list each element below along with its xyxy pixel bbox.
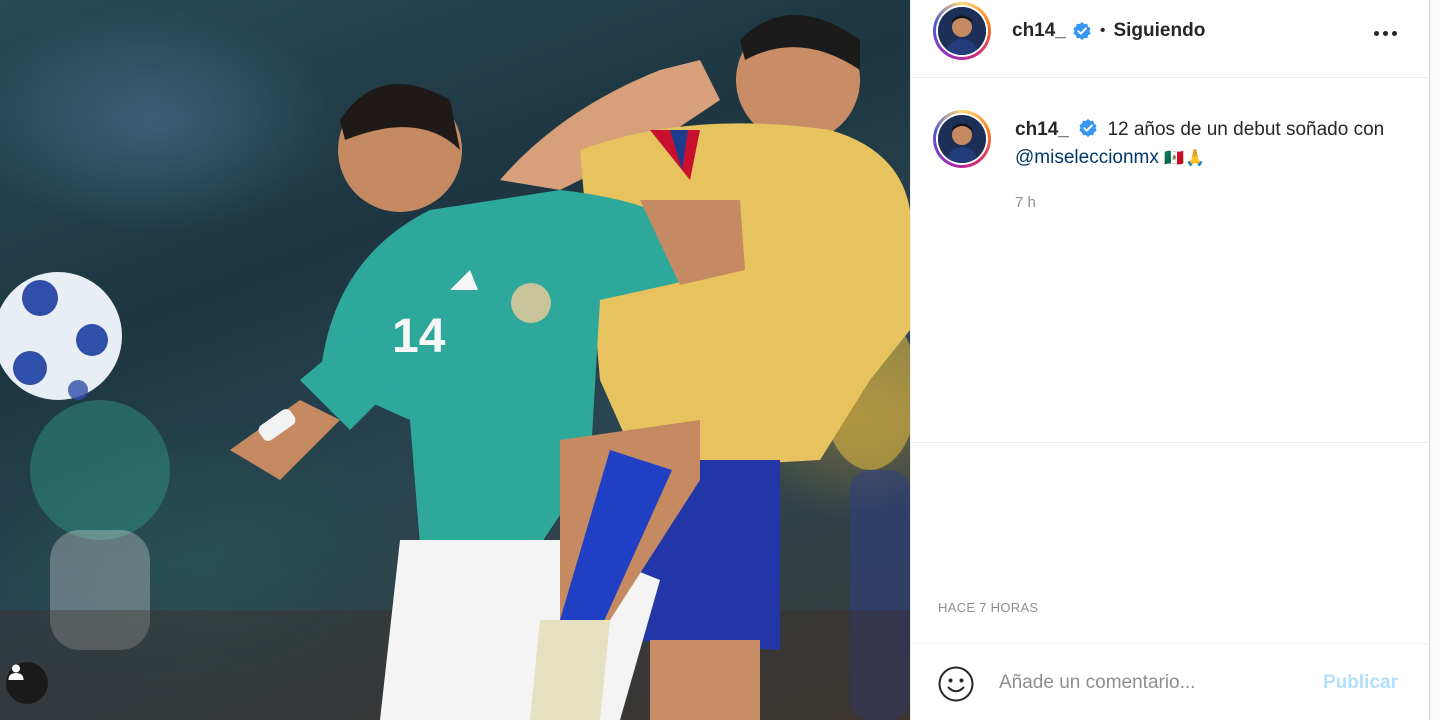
post-panel: ch14_ • Siguiendo ch14_ 12 años de un de… xyxy=(910,0,1430,720)
user-icon xyxy=(8,664,24,680)
football xyxy=(0,272,122,400)
smiley-icon[interactable] xyxy=(937,665,975,703)
caption-text: 12 años de un debut soñado con xyxy=(1107,119,1385,140)
caption-avatar[interactable] xyxy=(933,110,991,168)
verified-badge-icon xyxy=(1079,119,1097,137)
page-edge-strip xyxy=(1430,0,1440,720)
comment-bar: Publicar xyxy=(911,643,1430,720)
background-player xyxy=(30,400,170,540)
caption-username[interactable]: ch14_ xyxy=(1015,119,1069,140)
verified-badge-icon xyxy=(1073,22,1091,40)
separator-dot: • xyxy=(1099,22,1106,39)
divider xyxy=(911,442,1430,443)
avatar[interactable] xyxy=(933,2,991,60)
post-header: ch14_ • Siguiendo xyxy=(911,0,1430,78)
avatar-image xyxy=(938,115,986,163)
post-caption: ch14_ 12 años de un debut soñado con @mi… xyxy=(1015,116,1415,172)
avatar-image xyxy=(938,7,986,55)
post-timestamp[interactable]: HACE 7 HORAS xyxy=(938,600,1038,615)
photo-illustration: 14 xyxy=(0,15,910,720)
caption-time[interactable]: 7 h xyxy=(1015,194,1036,211)
post-photo[interactable]: 14 xyxy=(0,0,910,720)
comment-input[interactable] xyxy=(999,668,1299,698)
publish-button[interactable]: Publicar xyxy=(1323,672,1398,694)
post-author-row: ch14_ • Siguiendo xyxy=(1012,19,1205,43)
more-horizontal-icon xyxy=(1373,30,1379,36)
jersey-number: 14 xyxy=(392,310,446,363)
following-button[interactable]: Siguiendo xyxy=(1113,20,1205,42)
author-username[interactable]: ch14_ xyxy=(1012,20,1066,42)
more-options-button[interactable] xyxy=(1363,24,1407,42)
caption-mention-link[interactable]: @miseleccionmx xyxy=(1015,147,1159,168)
tagged-users-button[interactable] xyxy=(6,662,48,704)
caption-emoji: 🇲🇽🙏 xyxy=(1164,148,1206,167)
